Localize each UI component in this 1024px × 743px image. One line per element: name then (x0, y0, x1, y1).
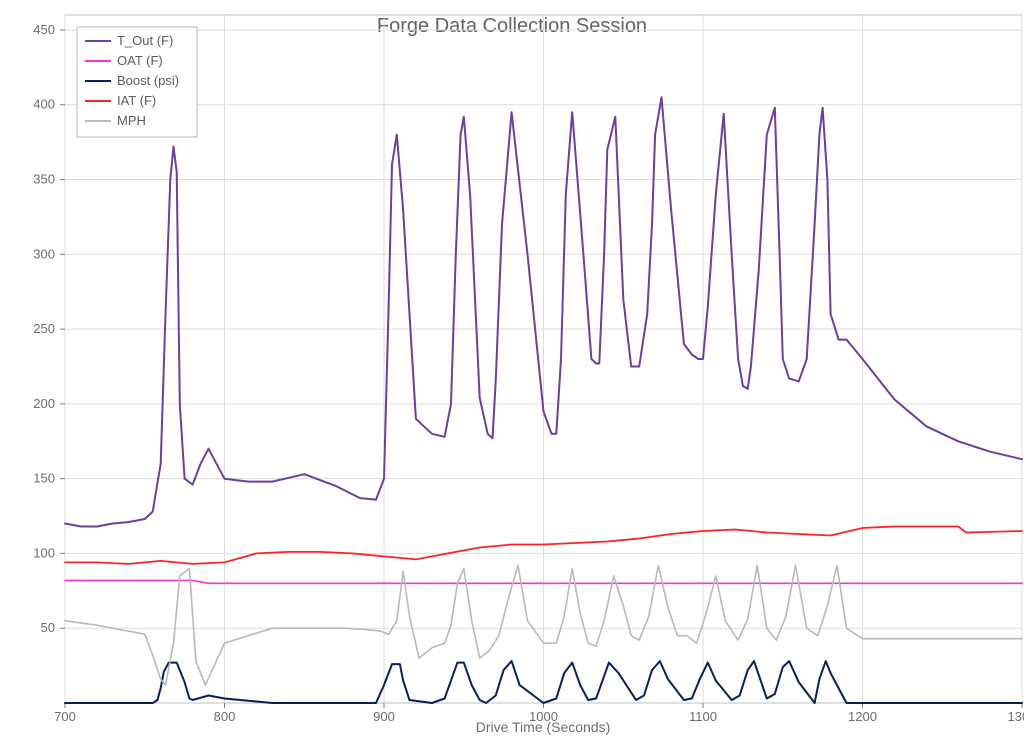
legend-label: T_Out (F) (117, 33, 173, 48)
y-tick-label: 350 (33, 172, 55, 187)
chart-title: Forge Data Collection Session (377, 15, 647, 37)
y-tick-label: 400 (33, 97, 55, 112)
forge-chart: Forge Data Collection Session 700 800 900 1… (0, 0, 1024, 743)
y-tick-label: 250 (33, 321, 55, 336)
x-tick-label: 1200 (848, 709, 877, 724)
y-tick-label: 50 (41, 620, 55, 635)
gridlines (65, 15, 1022, 703)
x-tick-label: 1100 (689, 709, 717, 724)
y-ticks: 50 100 150 200 250 300 350 400 450 (33, 22, 65, 635)
legend-label: IAT (F) (117, 93, 156, 108)
y-tick-label: 100 (33, 545, 55, 560)
x-tick-label: 900 (373, 709, 395, 724)
y-tick-label: 300 (33, 246, 55, 261)
y-tick-label: 450 (33, 22, 55, 37)
legend-label: OAT (F) (117, 53, 163, 68)
x-tick-label: 700 (54, 709, 76, 724)
legend: T_Out (F) OAT (F) Boost (psi) IAT (F) MPH (77, 27, 197, 137)
x-tick-label: 1300 (1008, 709, 1024, 724)
y-tick-label: 150 (33, 471, 55, 486)
y-tick-label: 200 (33, 396, 55, 411)
x-axis-label: Drive Time (Seconds) (476, 719, 611, 735)
x-tick-label: 800 (214, 709, 236, 724)
legend-label: MPH (117, 113, 146, 128)
legend-label: Boost (psi) (117, 73, 179, 88)
